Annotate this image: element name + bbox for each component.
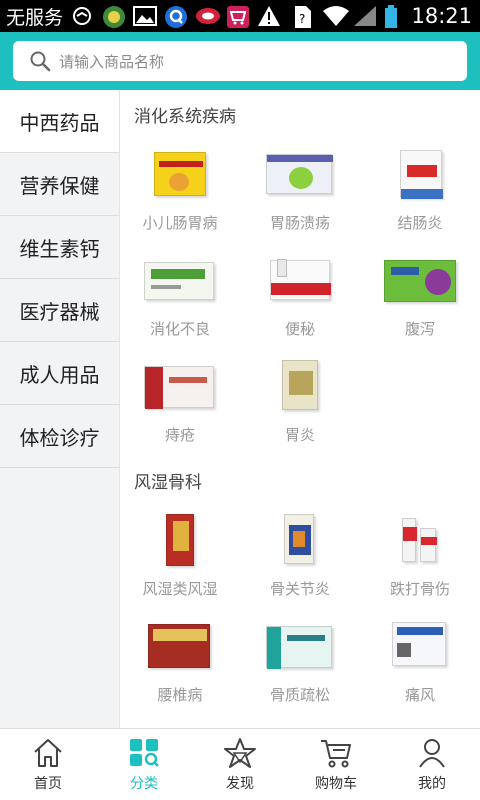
subcategory-item[interactable]: 痛风 [360, 620, 480, 726]
status-bar: 无服务 ? 18:21 [0, 0, 480, 32]
battery-icon [384, 5, 398, 28]
sidebar-item-medical-devices[interactable]: 医疗器械 [0, 279, 119, 342]
image-icon [133, 5, 159, 27]
subcategory-label: 胃肠溃疡 [269, 214, 330, 232]
nav-discover[interactable]: 发现 [192, 729, 288, 800]
product-image [144, 360, 216, 416]
sidebar-item-western-chinese-medicine[interactable]: 中西药品 [0, 90, 119, 153]
nav-home[interactable]: 首页 [0, 729, 96, 800]
sidebar-item-label: 维生素钙 [19, 236, 100, 261]
svg-text:?: ? [299, 12, 305, 26]
nav-cart-label: 购物车 [315, 776, 357, 792]
subcategory-item[interactable]: 胃肠溃疡 [240, 148, 360, 254]
header-bar: 请输入商品名称 [0, 32, 480, 90]
nav-category[interactable]: 分类 [96, 729, 192, 800]
product-image [144, 254, 216, 310]
product-image [384, 254, 456, 310]
subcategory-item[interactable]: 结肠炎 [360, 148, 480, 254]
product-image [264, 254, 336, 310]
product-image [144, 514, 216, 570]
alarm-icon [195, 5, 221, 27]
subcategory-item[interactable]: 消化不良 [120, 254, 240, 360]
subcategory-item[interactable]: 骨质疏松 [240, 620, 360, 726]
subcategory-item[interactable]: 小儿肠胃病 [120, 148, 240, 254]
sidebar-item-label: 医疗器械 [19, 299, 100, 324]
wifi-icon [322, 5, 350, 27]
sidebar-item-nutrition[interactable]: 营养保健 [0, 153, 119, 216]
sync-icon [71, 5, 97, 27]
q-app-icon [164, 5, 190, 28]
warning-icon [257, 5, 283, 27]
subcategory-label: 痔疮 [164, 426, 195, 444]
product-image [264, 148, 336, 204]
subcategory-label: 胃炎 [284, 426, 315, 444]
sidebar-item-adult-products[interactable]: 成人用品 [0, 342, 119, 405]
subcategory-item[interactable]: 便秘 [240, 254, 360, 360]
subcategory-label: 骨质疏松 [269, 686, 330, 704]
status-right: ? 18:21 [291, 0, 472, 32]
subcategory-item[interactable]: 胃炎 [240, 360, 360, 466]
product-image [264, 620, 336, 676]
subcategory-item[interactable]: 腹泻 [360, 254, 480, 360]
home-icon [31, 737, 65, 769]
product-image [264, 360, 336, 416]
subcategory-label: 结肠炎 [397, 214, 443, 232]
subcategory-item[interactable]: 骨关节炎 [240, 514, 360, 620]
category-sidebar: 中西药品 营养保健 维生素钙 医疗器械 成人用品 体检诊疗 [0, 90, 120, 728]
product-image [384, 514, 456, 570]
subcategory-item[interactable]: 腰椎病 [120, 620, 240, 726]
nav-home-label: 首页 [34, 776, 62, 792]
section-title: 风湿骨科 [134, 473, 202, 493]
subcategory-label: 便秘 [284, 320, 315, 338]
cart-icon [319, 737, 353, 769]
discover-icon [223, 737, 257, 769]
nav-discover-label: 发现 [226, 776, 254, 792]
section-title: 消化系统疾病 [134, 107, 236, 127]
product-image [384, 620, 456, 676]
clock: 18:21 [411, 4, 472, 28]
subcategory-item[interactable]: 跌打骨伤 [360, 514, 480, 620]
carrier-text: 无服务 [6, 6, 64, 29]
sidebar-item-label: 体检诊疗 [19, 425, 100, 450]
subcategory-label: 骨关节炎 [269, 580, 330, 598]
nav-profile[interactable]: 我的 [384, 729, 480, 800]
bottom-nav: 首页 分类 发现 购物车 我的 [0, 728, 480, 800]
profile-icon [415, 737, 449, 769]
sidebar-item-health-checkup[interactable]: 体检诊疗 [0, 405, 119, 468]
sim-icon: ? [291, 5, 317, 28]
nav-profile-label: 我的 [418, 776, 446, 792]
app-icon [102, 5, 128, 28]
subcategory-label: 腰椎病 [157, 686, 203, 704]
subcategory-label: 跌打骨伤 [389, 580, 450, 598]
sidebar-item-label: 营养保健 [19, 173, 100, 198]
product-image [144, 148, 216, 204]
search-input[interactable]: 请输入商品名称 [13, 41, 467, 81]
nav-category-label: 分类 [130, 776, 158, 792]
nav-cart[interactable]: 购物车 [288, 729, 384, 800]
product-image [384, 148, 456, 204]
signal-icon [353, 5, 379, 27]
product-image [144, 620, 216, 676]
sidebar-item-vitamins[interactable]: 维生素钙 [0, 216, 119, 279]
product-image [264, 514, 336, 570]
subcategory-label: 消化不良 [149, 320, 210, 338]
search-placeholder: 请输入商品名称 [59, 52, 165, 71]
subcategory-label: 风湿类风湿 [142, 580, 218, 598]
subcategory-item[interactable]: 痔疮 [120, 360, 240, 466]
subcategory-label: 小儿肠胃病 [142, 214, 218, 232]
sidebar-item-label: 成人用品 [19, 362, 100, 387]
subcategory-label: 腹泻 [404, 320, 435, 338]
search-icon [29, 50, 51, 72]
category-icon [127, 737, 161, 769]
shopping-icon [226, 5, 252, 28]
category-content: 消化系统疾病 小儿肠胃病 胃肠溃疡 结肠炎 消化不良 便秘 腹泻 痔疮 胃炎 风… [120, 90, 480, 728]
sidebar-item-label: 中西药品 [19, 110, 100, 135]
subcategory-item[interactable]: 风湿类风湿 [120, 514, 240, 620]
subcategory-label: 痛风 [404, 686, 435, 704]
